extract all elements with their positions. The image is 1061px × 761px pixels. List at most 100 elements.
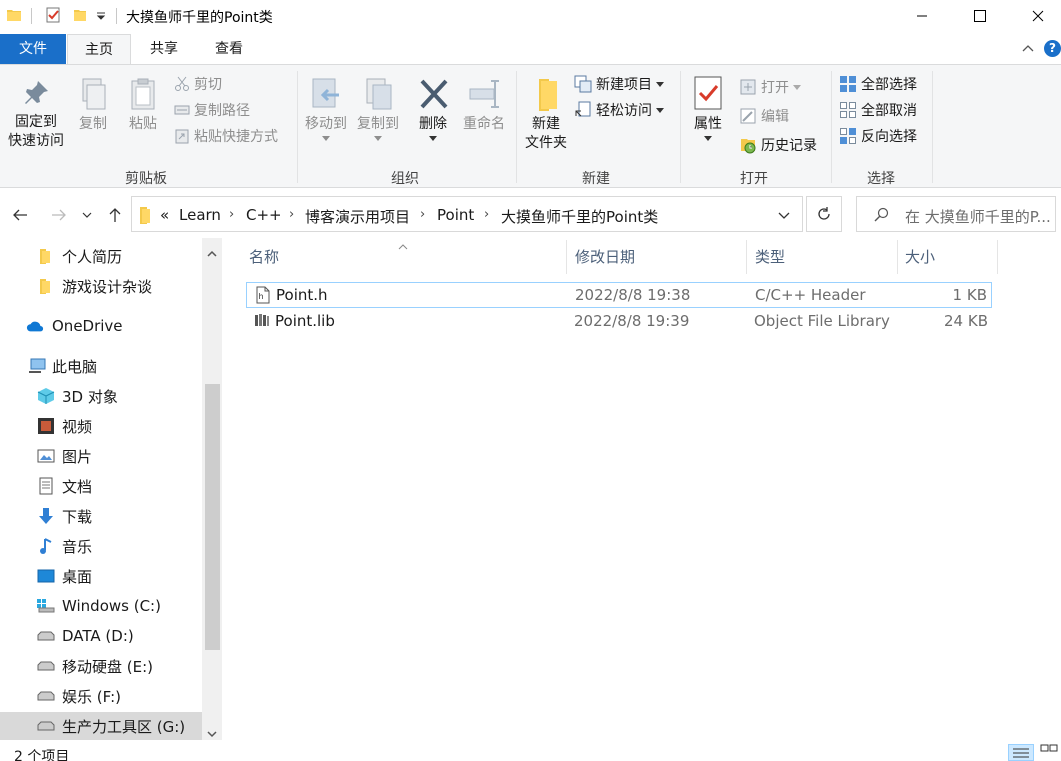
recent-locations-button[interactable] [77, 203, 97, 227]
copy-button[interactable]: 复制 [72, 77, 114, 134]
breadcrumb-cpp[interactable]: C++ [246, 206, 282, 224]
breadcrumb-current[interactable]: 大摸鱼师千里的Point类 [501, 206, 658, 227]
tab-file[interactable]: 文件 [0, 34, 66, 64]
nav-item-desktop[interactable]: 桌面 [0, 562, 202, 590]
folder-icon [6, 7, 22, 23]
breadcrumb-blog-project[interactable]: 博客演示用项目 [305, 206, 410, 227]
new-folder-icon[interactable] [72, 7, 88, 23]
file-name: Point.h [276, 286, 328, 304]
file-type: C/C++ Header [755, 286, 866, 304]
close-icon [1032, 10, 1044, 22]
cut-button[interactable]: 剪切 [174, 73, 222, 95]
chevron-right-icon[interactable]: › [289, 207, 294, 222]
rename-button[interactable]: 重命名 [458, 77, 510, 134]
nav-item-drive-g[interactable]: 生产力工具区 (G:) [0, 712, 202, 740]
pin-to-quick-access-button[interactable]: 固定到 快速访问 [4, 77, 68, 151]
help-icon[interactable]: ? [1044, 40, 1061, 57]
collapse-ribbon-icon[interactable] [1021, 42, 1035, 60]
nav-item-drive-c[interactable]: Windows (C:) [0, 592, 202, 620]
scroll-up-icon[interactable] [207, 246, 217, 262]
customize-toolbar-icon[interactable] [95, 9, 111, 25]
nav-item-resume[interactable]: 个人简历 [0, 242, 202, 270]
column-header-size[interactable]: 大小 [905, 240, 995, 274]
copy-to-icon [366, 78, 392, 110]
chevron-right-icon[interactable]: › [420, 207, 425, 222]
scissors-icon [175, 76, 189, 91]
refresh-button[interactable] [806, 196, 842, 232]
column-header-modified[interactable]: 修改日期 [575, 240, 745, 274]
nav-scrollbar[interactable] [202, 238, 222, 740]
navigation-bar: « Learn › C++ › 博客演示用项目 › Point › 大摸鱼师千里… [0, 196, 1061, 234]
large-icons-view-button[interactable] [1040, 744, 1058, 761]
nav-item-music[interactable]: 音乐 [0, 532, 202, 560]
tab-view[interactable]: 查看 [197, 34, 261, 64]
file-modified: 2022/8/8 19:38 [575, 286, 691, 304]
delete-button[interactable]: 删除 [412, 77, 454, 145]
minimize-button[interactable] [899, 0, 945, 32]
edit-button[interactable]: 编辑 [739, 105, 789, 127]
column-header-name[interactable]: 名称 [249, 240, 564, 274]
breadcrumb-point[interactable]: Point [437, 206, 474, 224]
nav-item-3d-objects[interactable]: 3D 对象 [0, 382, 202, 410]
large-icons-view-icon [1040, 744, 1058, 752]
breadcrumb-overflow[interactable]: « [160, 206, 169, 224]
nav-item-drive-f[interactable]: 娱乐 (F:) [0, 682, 202, 710]
nav-item-downloads[interactable]: 下载 [0, 502, 202, 530]
divider [831, 71, 832, 183]
select-none-button[interactable]: 全部取消 [839, 99, 917, 121]
divider [116, 8, 117, 24]
details-view-button[interactable] [1008, 744, 1034, 761]
nav-item-game-design[interactable]: 游戏设计杂谈 [0, 272, 202, 300]
history-button[interactable]: 历史记录 [739, 134, 817, 156]
new-item-button[interactable]: 新建项目 [574, 73, 668, 95]
invert-selection-button[interactable]: 反向选择 [839, 125, 917, 147]
easy-access-button[interactable]: 轻松访问 [574, 99, 668, 121]
tab-share[interactable]: 共享 [132, 34, 196, 64]
paste-button[interactable]: 粘贴 [122, 77, 164, 134]
chevron-right-icon[interactable]: › [484, 207, 489, 222]
chevron-right-icon[interactable]: › [229, 207, 234, 222]
file-row[interactable]: h Point.h 2022/8/8 19:38 C/C++ Header 1 … [246, 282, 992, 308]
nav-item-drive-d[interactable]: DATA (D:) [0, 622, 202, 650]
window-title: 大摸鱼师千里的Point类 [126, 10, 273, 26]
nav-item-drive-e[interactable]: 移动硬盘 (E:) [0, 652, 202, 680]
up-button[interactable] [103, 203, 127, 227]
nav-item-this-pc[interactable]: 此电脑 [0, 352, 202, 380]
maximize-button[interactable] [957, 0, 1003, 32]
copy-to-button[interactable]: 复制到 [352, 77, 404, 145]
nav-item-videos[interactable]: 视频 [0, 412, 202, 440]
nav-item-onedrive[interactable]: OneDrive [0, 312, 202, 340]
open-button[interactable]: 打开 [739, 76, 805, 98]
back-arrow-icon [13, 209, 27, 221]
properties-button[interactable]: 属性 [686, 75, 730, 145]
drive-icon [37, 657, 55, 675]
divider [897, 240, 898, 274]
desktop-icon [37, 567, 55, 585]
address-bar[interactable]: « Learn › C++ › 博客演示用项目 › Point › 大摸鱼师千里… [131, 196, 803, 232]
breadcrumb-learn[interactable]: Learn [179, 206, 221, 224]
close-button[interactable] [1015, 0, 1061, 32]
file-row[interactable]: Point.lib 2022/8/8 19:39 Object File Lib… [246, 309, 992, 335]
properties-icon[interactable] [45, 7, 61, 23]
minimize-icon [917, 15, 927, 17]
3d-objects-icon [37, 387, 55, 405]
scroll-down-icon[interactable] [207, 726, 217, 740]
nav-item-pictures[interactable]: 图片 [0, 442, 202, 470]
back-button[interactable] [8, 203, 32, 227]
new-folder-button[interactable]: 新建 文件夹 [520, 77, 572, 153]
forward-button[interactable] [47, 203, 71, 227]
select-all-button[interactable]: 全部选择 [839, 73, 917, 95]
tab-home[interactable]: 主页 [67, 34, 131, 66]
divider [746, 240, 747, 274]
scrollbar-thumb[interactable] [205, 384, 220, 650]
search-input[interactable]: 在 大摸鱼师千里的P... [856, 196, 1056, 232]
copy-path-button[interactable]: 复制路径 [174, 99, 250, 121]
status-bar: 2 个项目 [0, 740, 1061, 761]
navigation-pane: 个人简历 游戏设计杂谈 OneDrive 此电脑 3D 对象 视频 图片 文档 … [0, 238, 222, 740]
pictures-icon [37, 447, 55, 465]
column-header-type[interactable]: 类型 [755, 240, 895, 274]
address-dropdown-icon[interactable] [778, 209, 790, 225]
paste-shortcut-button[interactable]: 粘贴快捷方式 [174, 125, 278, 147]
move-to-button[interactable]: 移动到 [300, 77, 352, 145]
nav-item-documents[interactable]: 文档 [0, 472, 202, 500]
